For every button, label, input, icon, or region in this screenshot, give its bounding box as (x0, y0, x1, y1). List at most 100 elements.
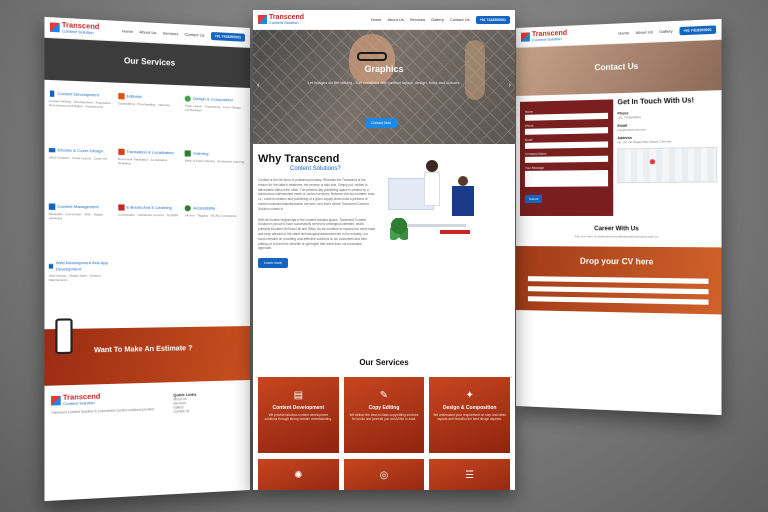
service-item-text: Content Writing · Development · Acquisit… (48, 98, 113, 110)
phone-illustration-icon (55, 318, 73, 355)
service-item-title: Translation & Localization (126, 149, 174, 156)
service-card-title: Copy Editing (368, 405, 400, 411)
nav-link-services[interactable]: Services (410, 17, 425, 22)
cv-file-field[interactable] (527, 296, 709, 305)
phone-button[interactable]: +91 7418200001 (210, 31, 246, 42)
index-icon (184, 150, 192, 157)
service-item-title: Ebooks & Cover Design (57, 147, 103, 154)
phone-button[interactable]: +91 7418200001 (679, 24, 717, 35)
person-head-illustration (426, 160, 438, 172)
career-text: Join our team of experienced professiona… (574, 234, 659, 239)
document-icon (49, 90, 55, 97)
left-footer: Transcend Content Solution Transcend Cont… (44, 380, 250, 429)
services-banner-title: Our Services (123, 56, 176, 68)
nav-link-contact[interactable]: Contact Us (184, 32, 204, 38)
nav-link-gallery[interactable]: Gallery (659, 28, 672, 34)
service-card[interactable]: ▤ Content Development We provide fabulou… (258, 377, 339, 453)
team-illustration (376, 154, 510, 356)
location-map[interactable] (617, 146, 718, 183)
nav-link-about[interactable]: About Us (139, 29, 156, 35)
service-item[interactable]: Accessibility Alt-text · Tagging · WCAG C… (184, 205, 246, 254)
service-card-title: Content Development (272, 405, 325, 411)
logo[interactable]: Transcend Content Solution (520, 29, 567, 43)
hero-subtitle: Let images do the talking - Get creative… (307, 80, 461, 85)
company-field[interactable] (524, 155, 609, 163)
service-card[interactable]: ◎ (343, 459, 425, 490)
service-item[interactable]: Web Development And App Development Web D… (48, 260, 114, 310)
translate-icon (117, 148, 125, 156)
service-item[interactable]: Indexing Back of book Indexing · Embedded… (184, 150, 246, 200)
nav-link-about[interactable]: About Us (387, 17, 403, 22)
email-field[interactable] (524, 141, 609, 149)
learn-more-button[interactable]: Learn more (258, 258, 288, 269)
service-item[interactable]: Content Development Content Writing · Dev… (49, 90, 114, 142)
prev-arrow-icon[interactable]: ‹ (257, 82, 259, 89)
services-grid: Content Development Content Writing · Dev… (44, 80, 250, 321)
phone-value[interactable]: +91 7418200001 (617, 113, 717, 120)
service-item[interactable]: E-Books And E-Learning Courseware · Inter… (117, 204, 181, 254)
why-paragraph: With its humble beginnings in the conten… (258, 217, 376, 251)
logo-tagline: Content Solution (531, 35, 562, 43)
logo[interactable]: Transcend Content Solution (49, 22, 99, 35)
logo[interactable]: Transcend Content Solution (258, 14, 304, 25)
edit-icon (117, 93, 125, 100)
email-value[interactable]: info@transcend.com (617, 126, 717, 132)
service-item-text: Page Layout · Typesetting · Cover Design… (184, 103, 243, 113)
web-development-icon (48, 263, 54, 269)
service-card-title: Design & Composition (442, 405, 497, 411)
service-item[interactable]: Design & Composition Page Layout · Typese… (184, 95, 246, 146)
contact-banner-title: Contact Us (594, 61, 639, 73)
nav-link-home[interactable]: Home (618, 30, 629, 36)
contact-banner: Contact Us (516, 39, 722, 96)
logo-mark-icon (520, 32, 530, 42)
service-item-text: Back of book Indexing · Embedded Indexin… (184, 158, 245, 164)
service-item[interactable]: Content Management Metadata · Conversion … (48, 203, 114, 254)
elearning-icon (117, 204, 125, 211)
service-item-title: Content Development (57, 90, 99, 98)
phone-field[interactable] (524, 127, 609, 135)
footer-about: Transcend Content Solution is a prominen… (51, 407, 156, 415)
service-item-title: Editorial (126, 93, 142, 100)
nav-link-home[interactable]: Home (371, 17, 382, 22)
home-page-preview: Transcend Content Solution Home About Us … (253, 10, 515, 490)
service-card-text: We deliver the best-in-class copyediting… (349, 413, 419, 422)
nav-link-services[interactable]: Services (163, 30, 179, 36)
cv-upload-banner: Drop your CV here (516, 246, 722, 315)
person-body-illustration (452, 186, 474, 216)
nav-link-contact[interactable]: Contact Us (450, 17, 470, 22)
service-item[interactable]: Editorial Copyediting · Proofreading · In… (117, 93, 181, 144)
logo-mark-icon (49, 22, 60, 33)
service-cards: ▤ Content Development We provide fabulou… (253, 367, 515, 453)
name-field[interactable] (524, 112, 609, 121)
main-nav: Transcend Content Solution Home About Us … (253, 10, 515, 30)
service-item[interactable]: Ebooks & Cover Design ePub Creation · Fix… (48, 147, 114, 198)
estimate-banner[interactable]: Want To Make An Estimate ? (44, 318, 250, 386)
content-management-icon (48, 203, 56, 210)
service-card[interactable]: ✦ Design & Composition We understand you… (429, 377, 510, 453)
next-arrow-icon[interactable]: › (509, 82, 511, 89)
cv-email-field[interactable] (527, 286, 709, 295)
maple-icon: ✺ (294, 470, 303, 481)
message-field[interactable] (524, 170, 609, 187)
plant-illustration (390, 218, 408, 244)
nav-link-about[interactable]: About Us (636, 29, 653, 35)
service-cards-row2: ✺ ◎ ☰ (253, 453, 515, 490)
phone-button[interactable]: +91 7418200001 (475, 15, 510, 24)
cv-name-field[interactable] (527, 276, 709, 284)
service-card[interactable]: ☰ (429, 459, 510, 490)
service-card[interactable]: ✺ (258, 459, 339, 490)
nav-link-gallery[interactable]: Gallery (431, 17, 444, 22)
contact-now-button[interactable]: Contact Now (365, 118, 398, 128)
footer-link[interactable]: Contact Us (173, 409, 196, 414)
address-value: No. 23, Sri Nagar Main Road, Chennai (617, 138, 672, 144)
glasses-illustration (357, 52, 387, 61)
ebook-icon (48, 148, 56, 153)
submit-button[interactable]: Submit (524, 194, 543, 203)
service-item-text: Document Translation · Localization · Su… (117, 156, 170, 166)
footer-logo[interactable]: Transcend Content Solution (51, 393, 165, 406)
service-card[interactable]: ✎ Copy Editing We deliver the best-in-cl… (343, 377, 425, 453)
nav-link-home[interactable]: Home (122, 28, 133, 34)
person-body-illustration (424, 172, 440, 206)
service-item[interactable]: Translation & Localization Document Trans… (117, 148, 181, 199)
service-item-text: Web Design · Mobile Apps · Hosting · Mai… (48, 273, 103, 283)
